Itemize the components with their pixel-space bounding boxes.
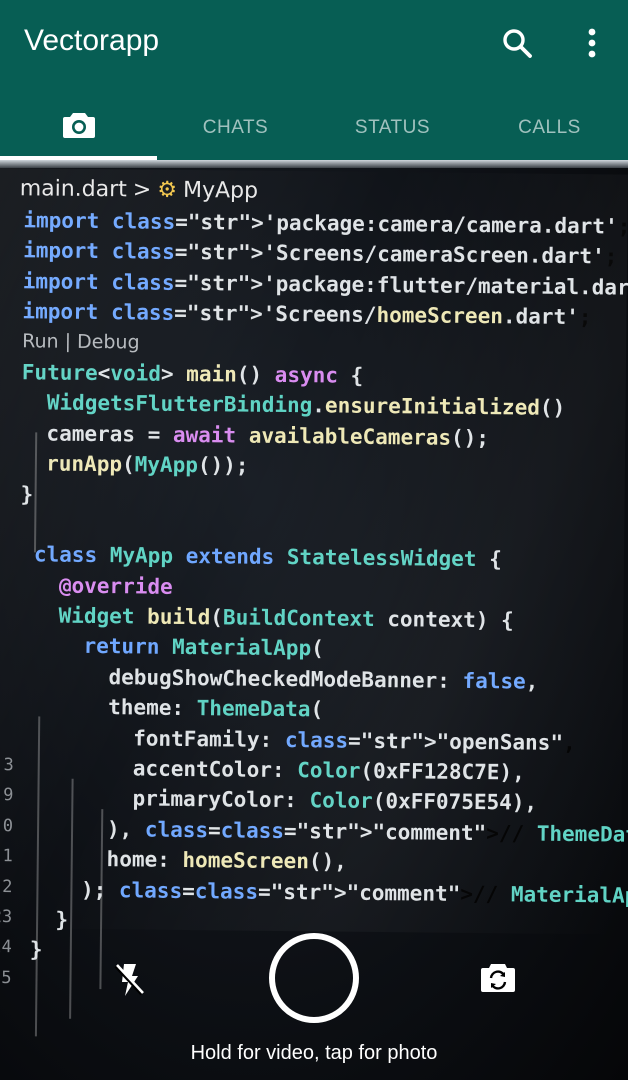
- code-text: @override: [58, 573, 173, 599]
- code-text: theme: ThemeData(: [32, 694, 324, 722]
- code-text: WidgetsFlutterBinding.ensureInitialized(…: [46, 390, 566, 421]
- code-text: }: [29, 937, 43, 962]
- code-text: primaryColor: Color(0xFF075E54),: [31, 785, 538, 816]
- breadcrumb-separator: >: [132, 177, 152, 203]
- tab-status[interactable]: STATUS: [314, 96, 471, 160]
- search-icon[interactable]: [498, 24, 538, 64]
- line-number: 23: [0, 906, 13, 928]
- code-text: cameras = await availableCameras();: [21, 420, 490, 450]
- tab-camera[interactable]: [0, 96, 157, 160]
- code-text: }: [30, 907, 69, 932]
- tab-chats[interactable]: CHATS: [157, 96, 314, 160]
- code-text: debugShowCheckedModeBanner: false,: [32, 664, 539, 694]
- code-text: accentColor: Color(0xFF128C7E),: [31, 755, 525, 785]
- line-number: 9: [3, 785, 14, 806]
- capture-hint: Hold for video, tap for photo: [190, 1042, 438, 1064]
- shutter-button[interactable]: [269, 933, 359, 1023]
- more-vert-icon[interactable]: [574, 24, 610, 64]
- class-icon: ⚙: [157, 177, 178, 203]
- camera-icon: [62, 110, 96, 146]
- app-title: Vectorapp: [24, 24, 160, 57]
- tab-calls[interactable]: CALLS: [471, 96, 628, 160]
- line-number: 2: [2, 876, 13, 897]
- code-text: Future<void> main() async {: [21, 360, 364, 388]
- code-text: Run | Debug: [22, 329, 140, 354]
- code-text: import class="str">'Screens/cameraScreen…: [23, 238, 618, 269]
- line-number: 0: [2, 815, 14, 836]
- code-editor: import class="str">'package:camera/camer…: [0, 208, 628, 1005]
- code-text: ), class=class="str">"comment">// ThemeD…: [30, 816, 628, 847]
- code-text: import class="str">'Screens/homeScreen.d…: [22, 299, 592, 330]
- line-number: 3: [3, 755, 14, 776]
- flash-off-icon[interactable]: [110, 960, 148, 1000]
- app-bar: Vectorapp CHATS STATUS CALLS: [0, 0, 628, 160]
- camera-viewfinder[interactable]: main.dart > ⚙ MyApp import class="str">'pac…: [0, 160, 628, 1080]
- code-text: runApp(MyApp());: [46, 451, 249, 478]
- code-text: Widget build(BuildContext context) {: [58, 603, 514, 633]
- code-text: }: [20, 481, 34, 506]
- code-text: ); class=class="str">"comment">// Materi…: [30, 876, 628, 908]
- tab-bar: CHATS STATUS CALLS: [0, 96, 628, 160]
- breadcrumb-file: main.dart: [19, 176, 127, 203]
- breadcrumb: main.dart > ⚙ MyApp: [20, 176, 258, 203]
- code-photo: main.dart > ⚙ MyApp import class="str">'pac…: [0, 168, 628, 1037]
- code-text: home: homeScreen(),: [30, 846, 347, 874]
- code-text: import class="str">'package:camera/camer…: [23, 208, 628, 239]
- code-text: return MaterialApp(: [83, 634, 324, 661]
- code-text: import class="str">'package:flutter/mate…: [22, 269, 628, 300]
- switch-camera-icon[interactable]: [478, 958, 518, 998]
- code-text: class MyApp extends StatelessWidget {: [33, 542, 502, 572]
- line-number: 25: [0, 967, 12, 988]
- code-text: fontFamily: class="str">"openSans",: [31, 725, 576, 755]
- monitor-edge: [0, 160, 628, 168]
- breadcrumb-symbol: MyApp: [182, 177, 259, 204]
- line-number: 24: [0, 937, 12, 958]
- line-number: 1: [2, 846, 13, 867]
